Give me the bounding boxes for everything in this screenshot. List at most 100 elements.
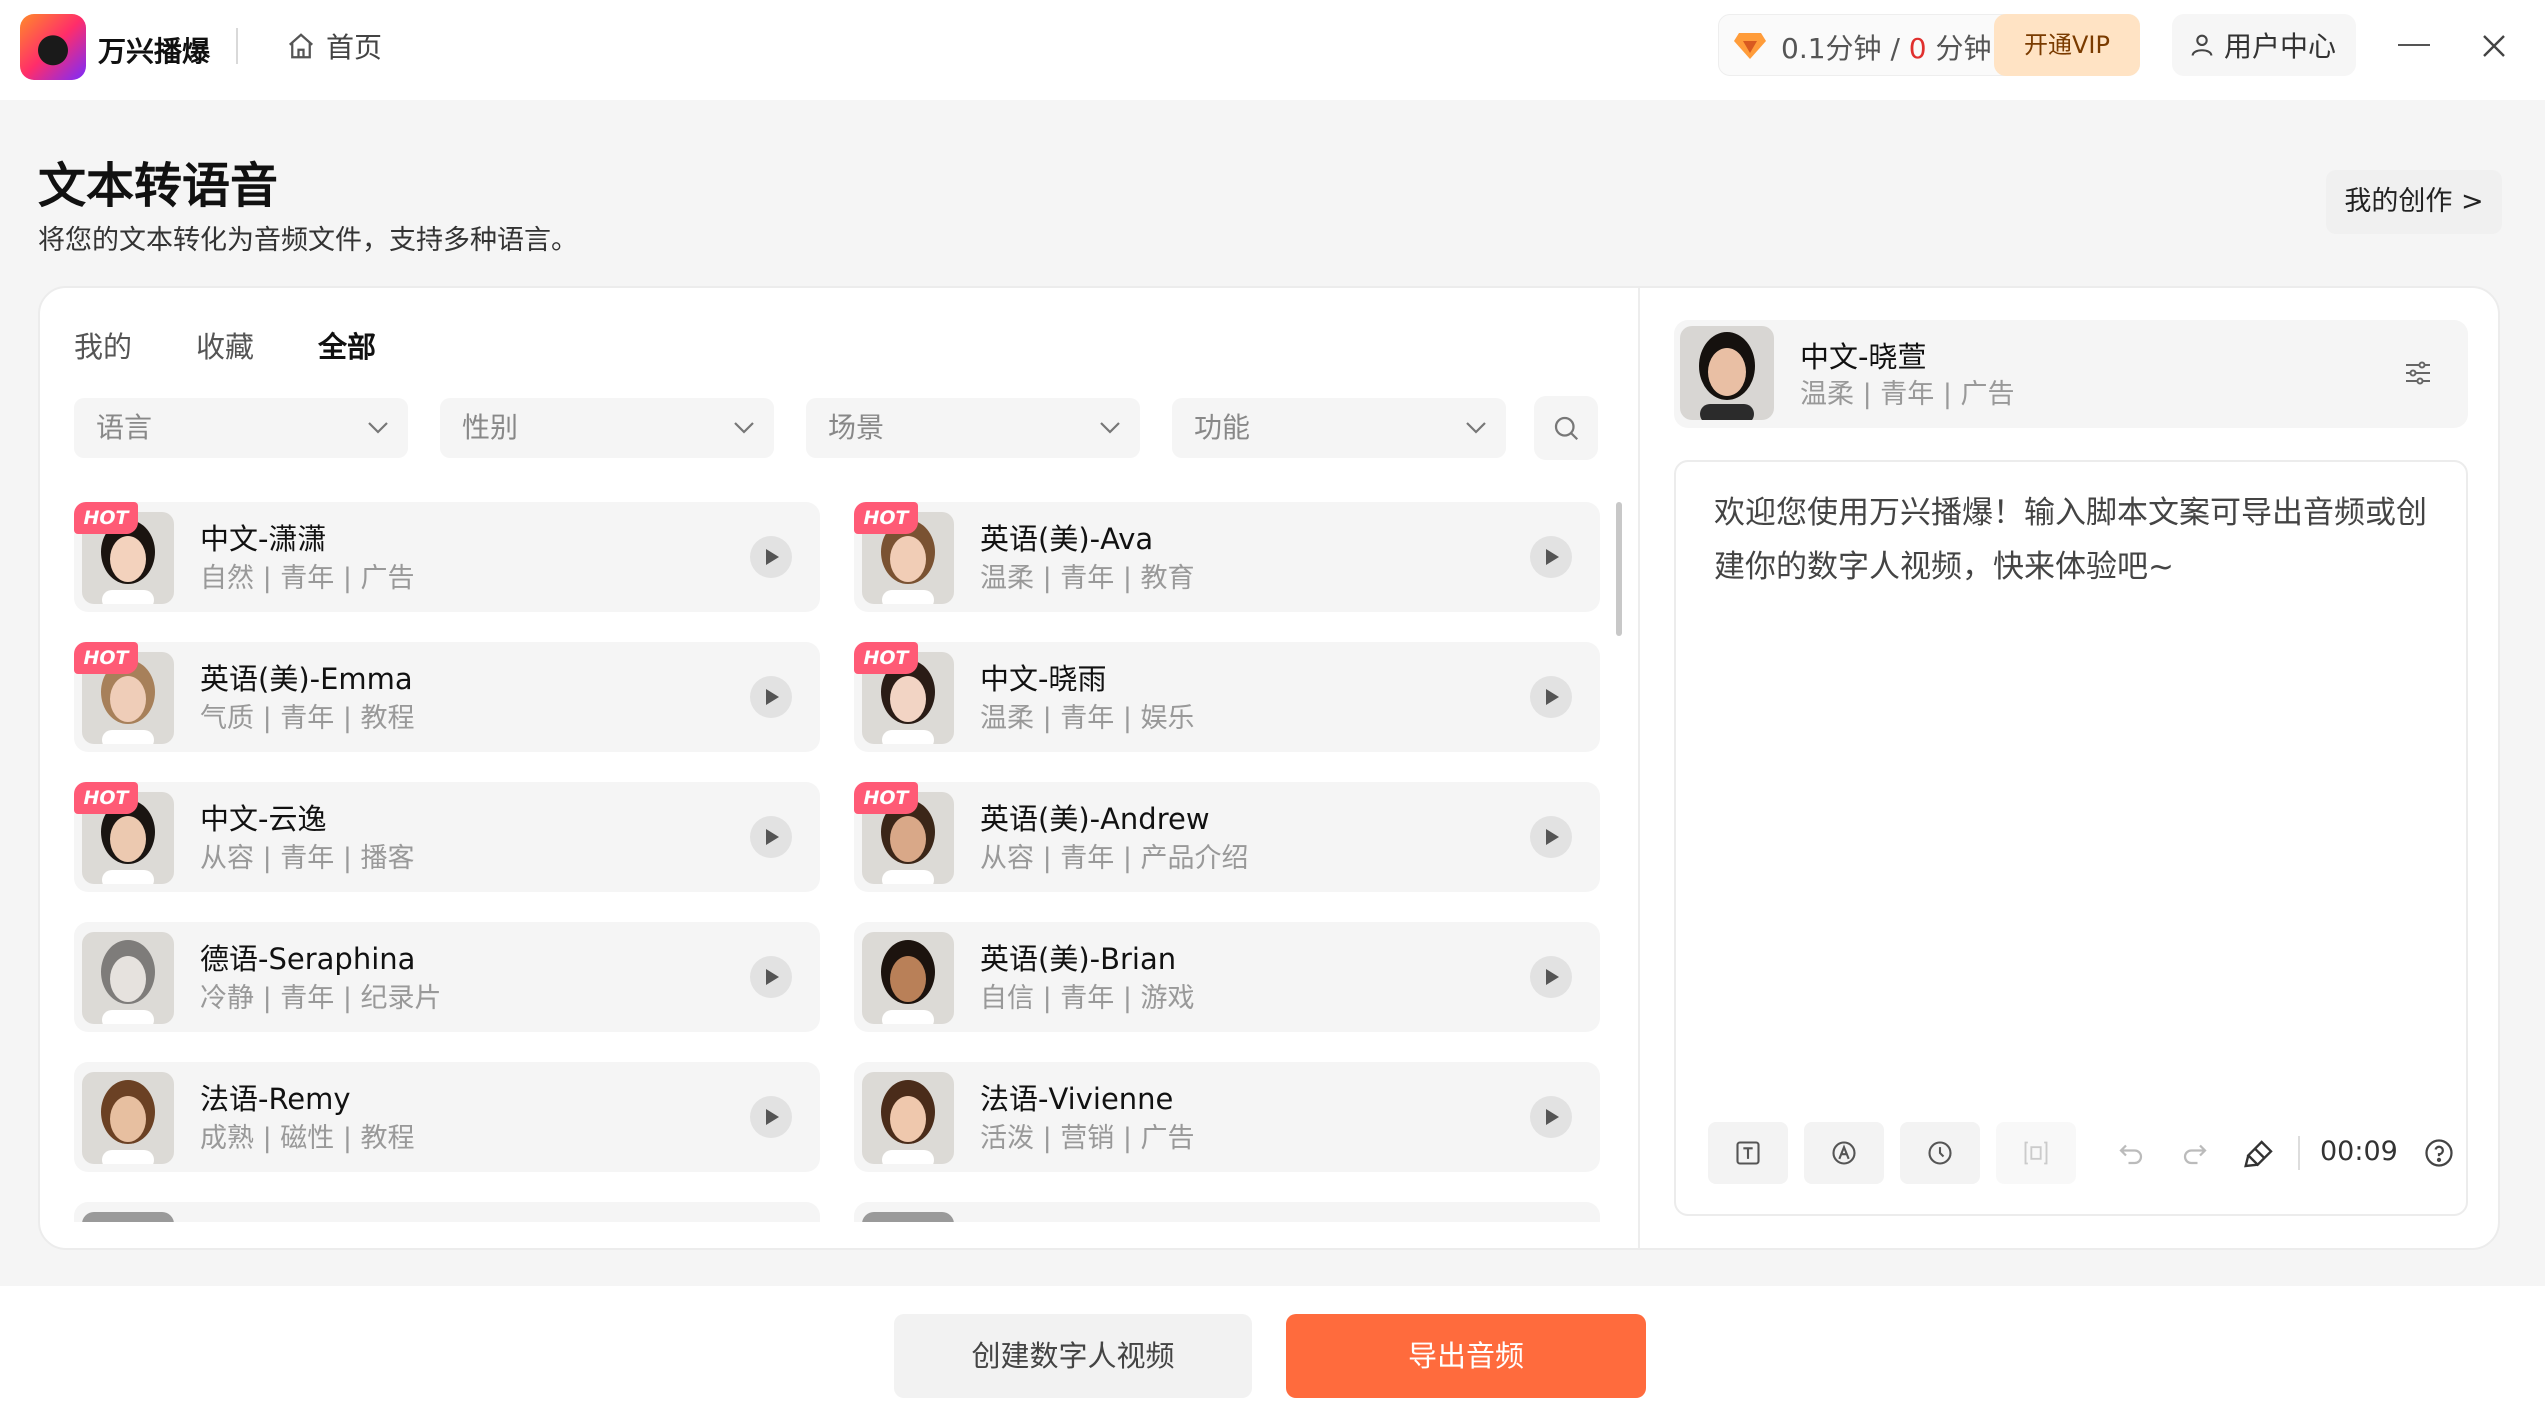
play-preview-button[interactable] xyxy=(1530,956,1572,998)
voice-list: HOT 中文-潇潇 自然 | 青年 | 广告 HOT 英语(美)-Ava 温柔 | 青年 … xyxy=(74,502,1604,1222)
insert-text-button[interactable] xyxy=(1708,1122,1788,1184)
my-creation-button[interactable]: 我的创作 > xyxy=(2326,170,2502,234)
voice-tags: 温柔 | 青年 | 教育 xyxy=(980,563,1195,594)
voice-card[interactable]: 英语(美)-Brian 自信 | 青年 | 游戏 xyxy=(854,922,1600,1032)
voice-card[interactable]: HOT 中文-潇潇 自然 | 青年 | 广告 xyxy=(74,502,820,612)
divider xyxy=(236,28,238,64)
script-text[interactable]: 欢迎您使用万兴播爆！输入脚本文案可导出音频或创建你的数字人视频，快来体验吧~ xyxy=(1714,486,2434,594)
play-icon xyxy=(766,689,779,705)
home-label: 首页 xyxy=(326,31,383,64)
voice-name: 英语(美)-Brian xyxy=(980,942,1177,976)
play-preview-button[interactable] xyxy=(1530,816,1572,858)
undo-icon[interactable] xyxy=(2114,1138,2148,1168)
language-filter[interactable]: 语言 xyxy=(74,398,408,458)
hot-badge: HOT xyxy=(854,642,918,674)
paragraph-icon xyxy=(2024,1141,2048,1165)
voice-name: 中文-晓雨 xyxy=(980,662,1107,696)
divider xyxy=(2298,1136,2300,1170)
redo-icon[interactable] xyxy=(2178,1138,2212,1168)
help-icon[interactable] xyxy=(2424,1138,2454,1168)
text-icon xyxy=(1736,1141,1760,1165)
play-icon xyxy=(1546,829,1559,845)
voice-name: 中文-云逸 xyxy=(200,802,327,836)
portrait-icon xyxy=(82,1072,174,1164)
tab-mine[interactable]: 我的 xyxy=(74,324,132,366)
voice-card[interactable]: HOT 中文-晓雨 温柔 | 青年 | 娱乐 xyxy=(854,642,1600,752)
play-preview-button[interactable] xyxy=(1530,1096,1572,1138)
hot-badge: HOT xyxy=(74,782,138,814)
portrait-icon xyxy=(862,1072,954,1164)
gender-filter[interactable]: 性别 xyxy=(440,398,774,458)
play-icon xyxy=(766,969,779,985)
open-vip-button[interactable]: 开通VIP xyxy=(1994,14,2140,76)
face-shape xyxy=(110,536,146,582)
voice-card[interactable]: HOT 英语(美)-Emma 气质 | 青年 | 教程 xyxy=(74,642,820,752)
play-preview-button[interactable] xyxy=(750,676,792,718)
voice-tags: 自信 | 青年 | 游戏 xyxy=(980,983,1195,1014)
voice-card[interactable]: 德语-Seraphina 冷静 | 青年 | 纪录片 xyxy=(74,922,820,1032)
user-icon xyxy=(2191,34,2213,56)
export-audio-button[interactable]: 导出音频 xyxy=(1286,1314,1646,1398)
minutes-balance: 0.1分钟 / 0 分钟 开通VIP xyxy=(1718,14,2140,76)
play-preview-button[interactable] xyxy=(750,536,792,578)
scene-filter-label: 场景 xyxy=(828,411,885,444)
play-preview-button[interactable] xyxy=(750,816,792,858)
voice-card[interactable] xyxy=(854,1202,1600,1222)
voice-avatar xyxy=(862,932,954,1024)
home-icon xyxy=(289,33,313,59)
page-subtitle: 将您的文本转化为音频文件，支持多种语言。 xyxy=(38,225,578,256)
pronunciation-icon xyxy=(1832,1141,1856,1165)
diamond-icon xyxy=(1734,33,1766,59)
voice-name: 德语-Seraphina xyxy=(200,942,416,976)
voice-tabs: 我的 收藏 全部 xyxy=(74,324,376,366)
voice-tags: 从容 | 青年 | 播客 xyxy=(200,843,415,874)
voice-card[interactable]: HOT 中文-云逸从容 | 青年 | 播客 xyxy=(74,782,820,892)
play-preview-button[interactable] xyxy=(1530,676,1572,718)
voice-card[interactable] xyxy=(74,1202,820,1222)
play-icon xyxy=(766,1109,779,1125)
voice-card[interactable]: 法语-Vivienne 活泼 | 营销 | 广告 xyxy=(854,1062,1600,1172)
voice-card[interactable]: HOT 英语(美)-Ava 温柔 | 青年 | 教育 xyxy=(854,502,1600,612)
scene-filter[interactable]: 场景 xyxy=(806,398,1140,458)
voice-name: 中文-潇潇 xyxy=(200,522,327,556)
selected-voice[interactable]: 中文-晓萱 温柔 | 青年 | 广告 xyxy=(1674,320,2468,428)
function-filter-label: 功能 xyxy=(1194,411,1251,444)
gender-filter-label: 性别 xyxy=(462,411,519,444)
voice-card[interactable]: HOT 英语(美)-Andrew 从容 | 青年 | 产品介绍 xyxy=(854,782,1600,892)
minutes-total-number: 0 xyxy=(1908,32,1927,65)
tab-all[interactable]: 全部 xyxy=(318,324,376,366)
voice-settings-icon[interactable] xyxy=(2404,360,2432,386)
pronunciation-button[interactable] xyxy=(1804,1122,1884,1184)
play-preview-button[interactable] xyxy=(750,1096,792,1138)
face-shape xyxy=(1708,348,1746,396)
face-shape xyxy=(110,1096,146,1142)
search-button[interactable] xyxy=(1534,396,1598,460)
face-shape xyxy=(110,816,146,862)
play-preview-button[interactable] xyxy=(1530,536,1572,578)
function-filter[interactable]: 功能 xyxy=(1172,398,1506,458)
user-center-button[interactable]: 用户中心 xyxy=(2172,14,2356,76)
voice-tags: 冷静 | 青年 | 纪录片 xyxy=(200,983,442,1014)
voice-card[interactable]: 法语-Remy 成熟 | 磁性 | 教程 xyxy=(74,1062,820,1172)
hot-badge: HOT xyxy=(74,642,138,674)
play-icon xyxy=(766,829,779,845)
tab-favorites[interactable]: 收藏 xyxy=(196,324,254,366)
selected-voice-tags: 温柔 | 青年 | 广告 xyxy=(1800,379,2015,410)
play-icon xyxy=(1546,549,1559,565)
script-editor[interactable]: 欢迎您使用万兴播爆！输入脚本文案可导出音频或创建你的数字人视频，快来体验吧~ 0… xyxy=(1674,460,2468,1216)
close-icon[interactable] xyxy=(2476,28,2512,64)
clear-icon[interactable] xyxy=(2242,1138,2276,1170)
selected-voice-name: 中文-晓萱 xyxy=(1800,340,1927,374)
user-center-label: 用户中心 xyxy=(2224,30,2337,63)
insert-pause-button[interactable] xyxy=(1900,1122,1980,1184)
minimize-button[interactable] xyxy=(2398,44,2430,46)
voice-list-scrollbar[interactable] xyxy=(1616,502,1622,636)
portrait-icon xyxy=(1680,326,1774,420)
play-icon xyxy=(1546,689,1559,705)
create-digital-human-video-button[interactable]: 创建数字人视频 xyxy=(894,1314,1252,1398)
play-preview-button[interactable] xyxy=(750,956,792,998)
action-bar xyxy=(0,1286,2545,1417)
paragraph-button[interactable] xyxy=(1996,1122,2076,1184)
home-link[interactable]: 首页 xyxy=(286,26,382,66)
face-shape xyxy=(890,1096,926,1142)
